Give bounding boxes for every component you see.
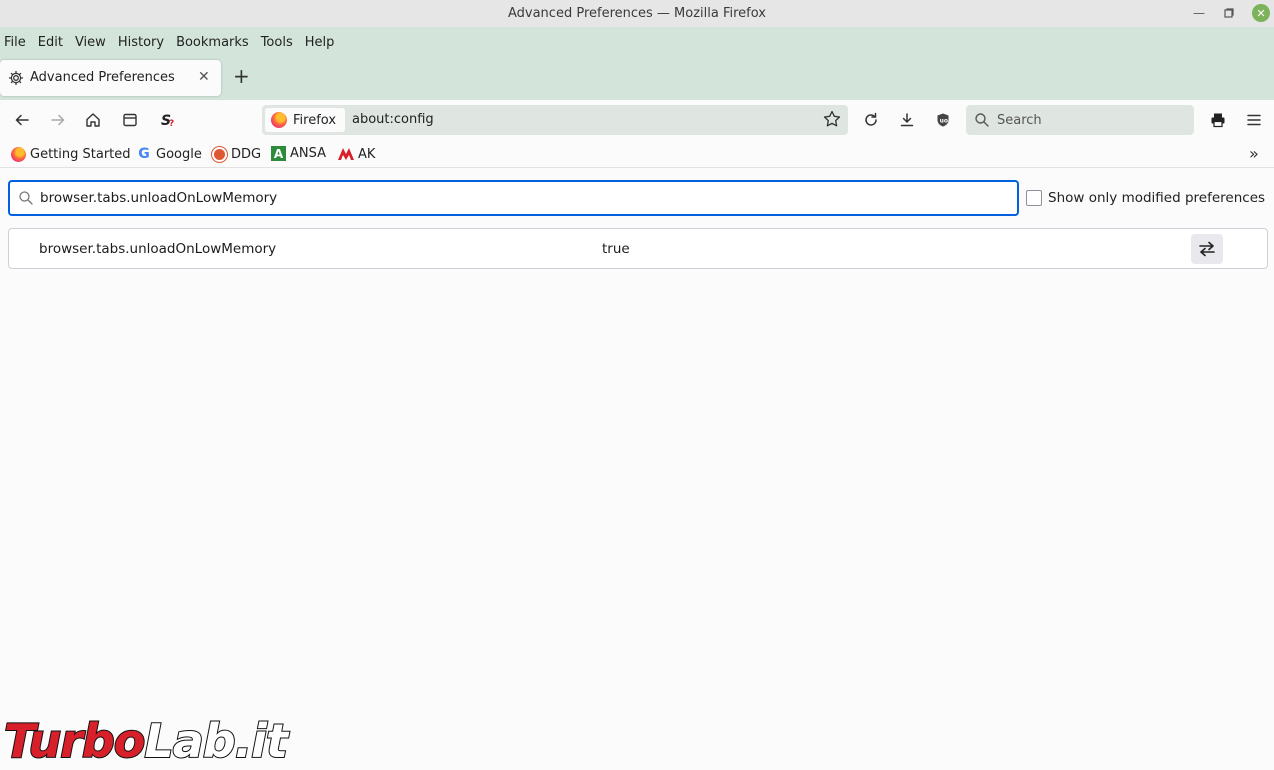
bookmark-google[interactable]: G Google (136, 146, 202, 162)
bookmarks-overflow-chevron-icon[interactable]: » (1249, 144, 1259, 163)
bookmark-label: Getting Started (30, 146, 131, 162)
tab-advanced-preferences[interactable]: Advanced Preferences ✕ (0, 60, 221, 96)
bookmark-ansa[interactable]: A ANSA (271, 146, 326, 161)
show-modified-label: Show only modified preferences (1048, 190, 1266, 206)
app-menu-button[interactable] (1242, 108, 1266, 132)
url-bar[interactable]: Firefox about:config (262, 105, 848, 135)
search-placeholder: Search (997, 113, 1042, 128)
search-bar[interactable]: Search (966, 105, 1194, 135)
download-icon (900, 113, 914, 127)
close-window-button[interactable]: ✕ (1252, 4, 1270, 22)
ansa-icon: A (271, 146, 286, 161)
title-bar: Advanced Preferences — Mozilla Firefox —… (0, 0, 1274, 27)
bookmark-star-icon[interactable] (822, 109, 842, 129)
toggle-arrows-icon (1199, 241, 1215, 257)
svg-text:?: ? (169, 119, 174, 129)
downloads-button[interactable] (895, 108, 919, 132)
firefox-icon (10, 146, 26, 162)
show-modified-toggle[interactable]: Show only modified preferences (1026, 190, 1265, 206)
url-text[interactable]: about:config (352, 112, 434, 127)
extension-s-icon: S? (161, 113, 174, 129)
navigation-toolbar: S? Firefox about:config uo Search (0, 100, 1274, 140)
bookmark-label: DDG (231, 146, 262, 162)
tab-close-icon[interactable]: ✕ (198, 69, 210, 85)
menu-help[interactable]: Help (301, 35, 339, 50)
bookmark-label: AK (358, 146, 376, 162)
tab-title: Advanced Preferences (30, 70, 175, 85)
menu-bar: File Edit View History Bookmarks Tools H… (0, 27, 338, 57)
ublock-shield-icon: uo (937, 113, 949, 127)
about-config-page: Show only modified preferences browser.t… (0, 169, 1274, 770)
ak-icon (338, 146, 354, 162)
show-modified-checkbox[interactable] (1026, 190, 1042, 206)
reload-icon (865, 112, 877, 126)
identity-label: Firefox (293, 112, 337, 128)
new-tab-button[interactable]: + (233, 66, 250, 86)
menu-tools[interactable]: Tools (257, 35, 297, 50)
svg-text:uo: uo (940, 118, 948, 125)
sidebar-icon (123, 113, 137, 127)
maximize-button[interactable] (1220, 4, 1238, 22)
minimize-button[interactable]: — (1190, 4, 1208, 22)
tab-strip: File Edit View History Bookmarks Tools H… (0, 27, 1274, 100)
watermark-part2: Lab.it (143, 713, 289, 769)
reload-button[interactable] (859, 108, 883, 132)
forward-arrow-icon (51, 114, 65, 126)
menu-bookmarks[interactable]: Bookmarks (172, 35, 253, 50)
identity-box[interactable]: Firefox (265, 108, 345, 132)
bookmark-getting-started[interactable]: Getting Started (10, 146, 131, 162)
restore-icon (1224, 8, 1234, 18)
search-icon (19, 191, 33, 205)
bookmark-ak[interactable]: AK (338, 146, 375, 162)
preference-filter[interactable] (8, 180, 1019, 216)
sidebar-button[interactable] (118, 108, 142, 132)
preference-value: true (602, 241, 630, 257)
home-button[interactable] (81, 108, 105, 132)
gear-icon (8, 70, 24, 86)
back-button[interactable] (10, 108, 34, 132)
bookmark-ddg[interactable]: DDG (211, 146, 261, 162)
back-arrow-icon (15, 114, 29, 126)
firefox-icon (271, 112, 287, 128)
turbolab-watermark-logo: TurboLab.it (3, 712, 289, 770)
menu-file[interactable]: File (0, 35, 30, 50)
hamburger-menu-icon (1247, 114, 1261, 126)
ublock-button[interactable]: uo (931, 108, 955, 132)
bookmark-label: Google (156, 146, 202, 162)
bookmarks-toolbar: Getting Started G Google DDG A ANSA AK » (0, 140, 1274, 168)
preference-name: browser.tabs.unloadOnLowMemory (39, 241, 277, 257)
extension-button[interactable]: S? (155, 108, 179, 132)
preference-search-input[interactable] (40, 184, 1000, 212)
bookmark-label: ANSA (290, 146, 327, 161)
toggle-preference-button[interactable] (1191, 234, 1223, 264)
print-button[interactable] (1206, 108, 1230, 132)
window-title: Advanced Preferences — Mozilla Firefox (507, 6, 767, 21)
home-icon (86, 113, 100, 127)
watermark-part1: Turbo (3, 713, 146, 769)
forward-button[interactable] (46, 108, 70, 132)
search-icon (975, 113, 989, 127)
menu-history[interactable]: History (114, 35, 168, 50)
preference-row: browser.tabs.unloadOnLowMemory true (8, 228, 1268, 269)
google-icon: G (138, 146, 150, 162)
menu-edit[interactable]: Edit (34, 35, 67, 50)
menu-view[interactable]: View (71, 35, 110, 50)
duckduckgo-icon (211, 146, 227, 162)
print-icon (1211, 113, 1225, 128)
